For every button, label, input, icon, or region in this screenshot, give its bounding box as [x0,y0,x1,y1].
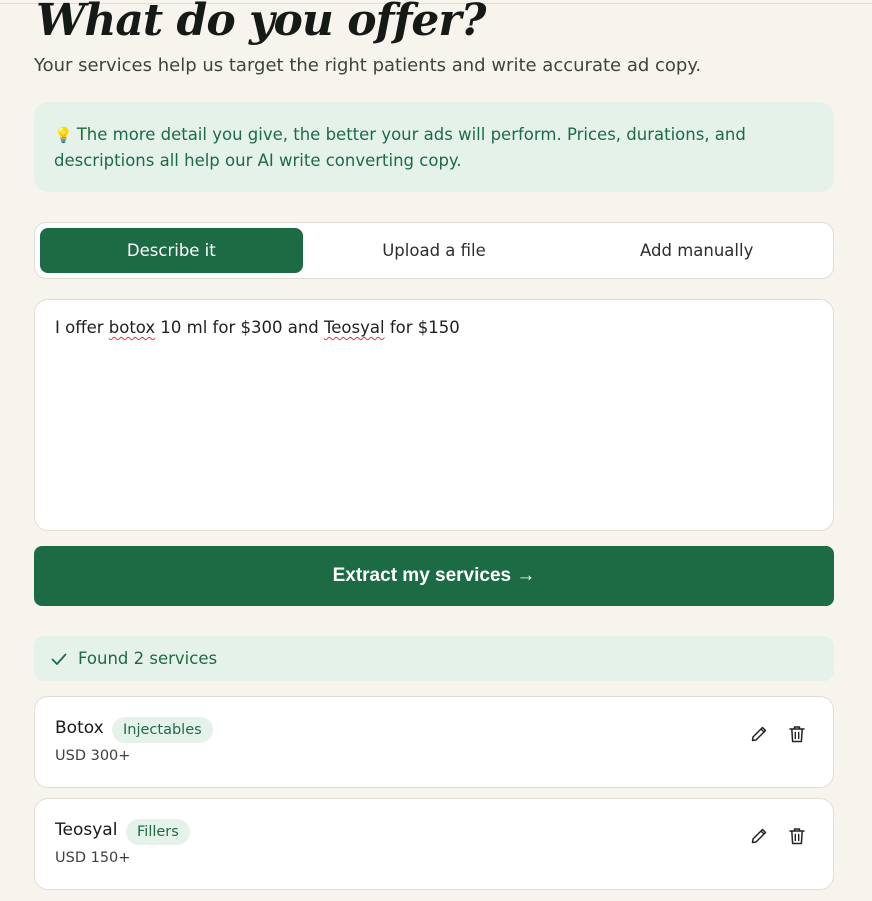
service-card-botox: Botox Injectables USD 300+ [34,696,834,788]
check-icon [50,650,68,668]
edit-service-button[interactable] [748,723,770,745]
service-category-badge: Injectables [112,717,213,743]
found-services-label: Found 2 services [78,649,218,668]
trash-icon [789,828,805,845]
page-subtitle: Your services help us target the right p… [34,55,702,76]
delete-service-button[interactable] [786,825,808,847]
service-name: Teosyal [55,820,118,840]
input-method-tabs: Describe it Upload a file Add manually [34,222,834,279]
delete-service-button[interactable] [786,723,808,745]
service-name: Botox [55,718,104,738]
found-services-banner: Found 2 services [34,636,834,681]
service-price: USD 150+ [55,850,131,866]
service-price: USD 300+ [55,748,131,764]
extract-services-button[interactable]: Extract my services → [34,546,834,606]
tip-callout: 💡 The more detail you give, the better yo… [34,102,834,192]
tip-text-1: The more detail you give, the better you… [76,125,746,144]
tab-add-manually[interactable]: Add manually [565,228,828,273]
page-title: What do you offer? [36,0,486,46]
trash-icon [789,726,805,743]
lightbulb-icon: 💡 [54,126,73,144]
tab-upload-file[interactable]: Upload a file [303,228,566,273]
edit-service-button[interactable] [748,825,770,847]
desc-text-1: I offer [55,318,109,337]
services-description-textarea[interactable]: I offer botox 10 ml for $300 and Teosyal… [34,299,834,531]
tab-describe-it[interactable]: Describe it [40,228,303,273]
pencil-icon [751,726,767,742]
tip-text-2: descriptions all help our AI write conve… [54,151,462,170]
service-card-teosyal: Teosyal Fillers USD 150+ [34,798,834,890]
service-category-badge: Fillers [126,819,190,845]
spellcheck-word-teosyal: Teosyal [324,318,385,337]
pencil-icon [751,828,767,844]
tip-line-1: 💡 The more detail you give, the better yo… [54,122,814,148]
desc-text-2: 10 ml for $300 and [155,318,324,337]
spellcheck-word-botox: botox [108,318,156,337]
desc-text-3: for $150 [384,318,460,337]
